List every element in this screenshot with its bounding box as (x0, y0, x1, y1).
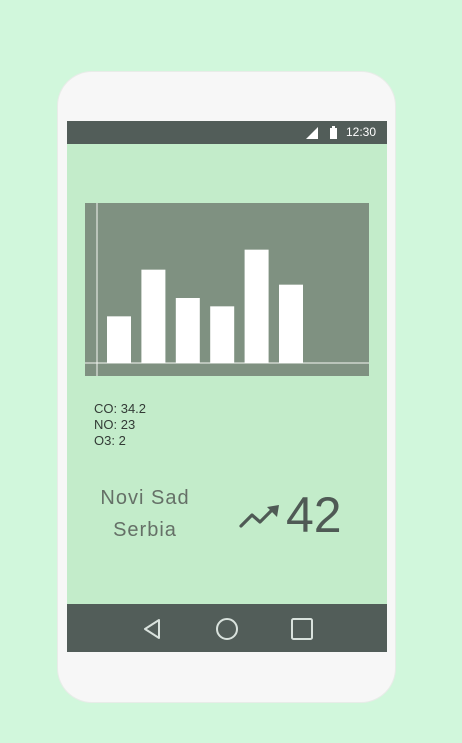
no-reading: NO: 23 (94, 417, 136, 432)
chart-bar-5 (244, 249, 269, 363)
chart-bar-4 (210, 306, 235, 363)
navigation-bar (67, 604, 387, 652)
trending-up-icon (239, 505, 279, 528)
co-reading: CO: 34.2 (94, 401, 147, 416)
location-label: Novi Sad Serbia (75, 482, 215, 546)
status-time: 12:30 (346, 125, 377, 139)
battery-icon (330, 126, 337, 139)
country-name: Serbia (113, 519, 177, 541)
back-icon[interactable] (139, 616, 165, 642)
signal-icon (306, 127, 318, 139)
o3-reading: O3: 2 (94, 433, 126, 448)
aqi-indicator: 42 (239, 486, 357, 544)
canvas: 12:30 CO: 34.2 NO: 23 O3: 2 Novi Sad Ser… (0, 0, 462, 743)
chart-bar-1 (107, 316, 131, 363)
phone-frame: 12:30 CO: 34.2 NO: 23 O3: 2 Novi Sad Ser… (58, 72, 395, 702)
pollutant-readings: CO: 34.2 NO: 23 O3: 2 (94, 401, 146, 449)
chart-bar-6 (279, 284, 303, 363)
chart-bar-2 (141, 269, 166, 363)
aqi-value: 42 (286, 487, 342, 543)
recents-icon[interactable] (289, 616, 315, 642)
bar-chart (85, 203, 369, 376)
air-quality-chart (85, 203, 369, 376)
app-screen: 12:30 CO: 34.2 NO: 23 O3: 2 Novi Sad Ser… (67, 121, 387, 652)
city-name: Novi Sad (100, 487, 190, 509)
home-icon[interactable] (214, 616, 240, 642)
status-bar: 12:30 (67, 121, 387, 144)
chart-bar-3 (175, 298, 200, 363)
